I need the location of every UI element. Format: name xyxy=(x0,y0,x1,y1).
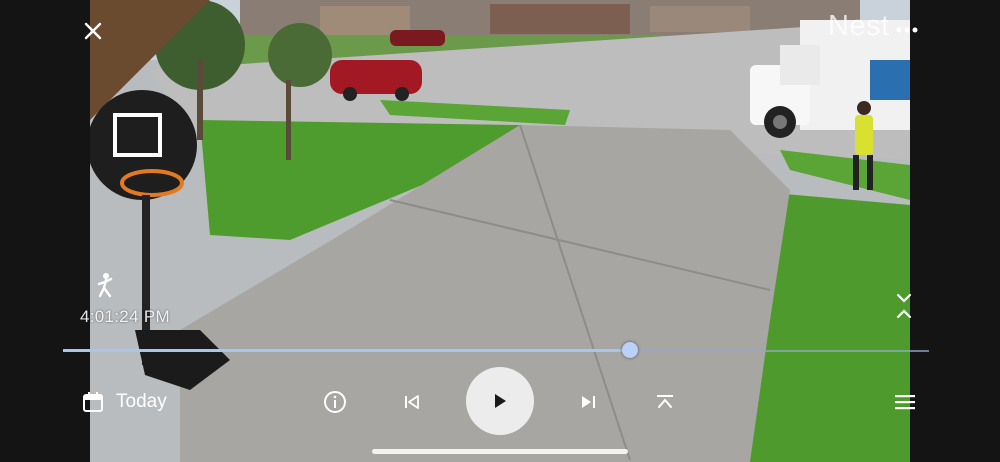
close-icon xyxy=(84,22,102,40)
playback-scrubber[interactable] xyxy=(63,342,929,358)
collapse-button[interactable] xyxy=(653,390,677,414)
event-timestamp: 4:01:24 PM xyxy=(80,307,170,326)
next-event-button[interactable] xyxy=(576,390,600,414)
more-options-button[interactable] xyxy=(893,16,921,44)
skip-previous-icon xyxy=(405,395,419,409)
date-label: Today xyxy=(116,391,167,412)
home-indicator[interactable] xyxy=(372,449,628,454)
brand-logo: Nest xyxy=(828,10,890,42)
close-button[interactable] xyxy=(78,16,108,46)
skip-next-icon xyxy=(582,396,595,408)
play-button[interactable] xyxy=(466,367,534,435)
info-icon xyxy=(324,391,346,413)
collapse-up-icon xyxy=(657,395,673,408)
person-motion-icon xyxy=(97,273,113,298)
jump-to-event-icon xyxy=(896,293,912,319)
menu-button[interactable] xyxy=(892,390,918,414)
menu-icon xyxy=(895,395,915,410)
app-frame: Nest 4:01:24 PM Today xyxy=(0,0,1000,462)
info-button[interactable] xyxy=(321,388,349,416)
more-vert-icon xyxy=(896,27,918,33)
calendar-icon xyxy=(83,392,103,412)
right-letterbox xyxy=(910,0,1000,462)
jump-to-event-button[interactable] xyxy=(892,290,916,322)
previous-event-button[interactable] xyxy=(400,390,424,414)
left-letterbox xyxy=(0,0,90,462)
date-picker-button[interactable]: Today xyxy=(82,388,167,416)
scrubber-played xyxy=(63,349,631,352)
play-icon xyxy=(495,394,506,408)
